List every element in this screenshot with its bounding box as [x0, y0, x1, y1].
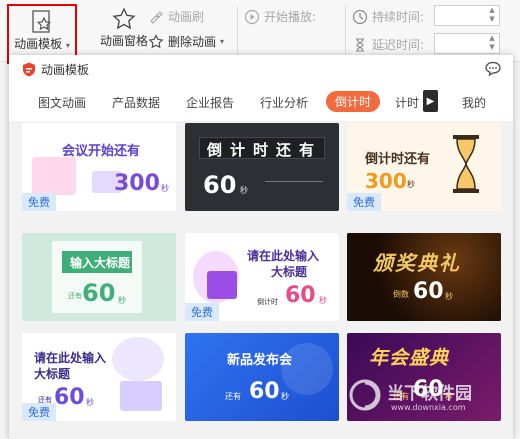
card-unit: 秒 — [445, 292, 453, 301]
card-number: 60 — [203, 171, 237, 199]
star-delete-icon — [148, 33, 164, 48]
card-title: 输入大标题 — [70, 256, 131, 270]
watermark: 当下软件园 www.downxia.com — [347, 377, 507, 421]
template-card[interactable]: 会议开始还有 300 秒 免费 — [22, 123, 176, 211]
spinner-arrows[interactable]: ▲ ▼ — [487, 6, 497, 25]
card-number: 60 — [54, 385, 85, 410]
chevron-down-icon: ▾ — [65, 41, 70, 50]
tab-product-data[interactable]: 产品数据 — [112, 94, 160, 111]
duration-input[interactable]: ▲ ▼ — [434, 5, 500, 26]
template-card[interactable]: 倒计时还有 60 秒 — [185, 123, 339, 211]
card-number: 60 — [285, 283, 316, 308]
card-title: 年会盛典 — [369, 347, 450, 369]
delay-input[interactable]: ▲ ▼ — [434, 33, 500, 54]
chevron-down-icon: ▾ — [220, 37, 225, 46]
card-unit: 秒 — [281, 392, 289, 401]
delay-label-group: 延迟时间: — [352, 36, 424, 53]
card-unit: 秒 — [161, 184, 169, 193]
template-card[interactable]: 请在此处输入 大标题 倒计时 60 秒 免费 — [185, 233, 339, 321]
hourglass-icon — [453, 135, 479, 193]
chevron-right-icon[interactable]: ▶ — [423, 90, 438, 112]
illustration — [112, 337, 164, 381]
tab-graphic-animation[interactable]: 图文动画 — [38, 94, 86, 111]
card-title-2: 大标题 — [271, 265, 308, 279]
card-small-text: 倒数 — [393, 290, 409, 299]
free-badge: 免费 — [347, 193, 381, 211]
card-title: 请在此处输入 — [247, 249, 320, 263]
card-title: 会议开始还有 — [62, 144, 141, 159]
start-play-select[interactable]: 开始播放: — [244, 8, 316, 25]
category-tabs: 图文动画 产品数据 企业报告 行业分析 倒计时 计时 ▶ 我的 — [9, 88, 513, 118]
star-outline-icon — [112, 7, 136, 30]
card-small-text: 倒计时 — [257, 298, 278, 306]
ribbon: 动画模板 ▾ 动画窗格 动画刷 删除动画 ▾ 开始播放: 持续时间: ▲ ▼ 延… — [0, 0, 520, 64]
tab-timing[interactable]: 计时 — [395, 94, 419, 111]
card-unit: 秒 — [240, 186, 248, 195]
free-badge: 免费 — [22, 193, 56, 211]
tab-mine[interactable]: 我的 — [462, 94, 486, 111]
animation-brush-button[interactable]: 动画刷 — [148, 8, 204, 25]
brush-icon — [150, 10, 163, 24]
watermark-text: 当下软件园 — [387, 384, 472, 404]
template-grid: 会议开始还有 300 秒 免费 倒计时还有 60 秒 倒计时还有 300 秒 免… — [9, 121, 513, 439]
template-card[interactable]: 颁奖典礼 倒数 60 秒 — [347, 233, 501, 321]
divider — [237, 6, 238, 54]
card-unit: 秒 — [86, 398, 94, 407]
card-title-2: 大标题 — [34, 367, 71, 381]
template-card[interactable]: 请在此处输入 大标题 还有 60 秒 免费 — [22, 333, 176, 421]
free-badge: 免费 — [185, 303, 219, 321]
card-number: 300 — [114, 171, 160, 196]
card-title: 倒计时还有 — [365, 152, 431, 167]
card-unit: 秒 — [407, 180, 415, 189]
shield-logo-icon — [23, 62, 35, 76]
watermark-logo-icon — [349, 379, 381, 411]
illustration — [120, 381, 162, 411]
card-number: 60 — [249, 379, 280, 404]
card-title: 倒计时还有 — [207, 141, 323, 159]
template-card[interactable]: 新品发布会 还有 60 秒 — [185, 333, 339, 421]
card-unit: 秒 — [319, 296, 327, 305]
duration-label-group: 持续时间: — [352, 8, 424, 25]
panel-header: 动画模板 — [9, 55, 513, 83]
card-unit: 秒 — [118, 296, 126, 305]
card-title: 请在此处输入 — [34, 351, 107, 365]
template-card[interactable]: 倒计时还有 300 秒 免费 — [347, 123, 501, 211]
tab-industry-analysis[interactable]: 行业分析 — [260, 94, 308, 111]
spinner-arrows[interactable]: ▲ ▼ — [487, 34, 497, 53]
duration-label: 持续时间: — [372, 10, 425, 24]
start-label: 开始播放: — [264, 10, 317, 24]
divider — [345, 6, 346, 54]
template-card[interactable]: 输入大标题 还有 60 秒 — [22, 233, 176, 321]
play-circle-icon — [244, 9, 260, 24]
hourglass-icon — [356, 37, 364, 52]
illustration — [32, 157, 76, 195]
free-badge: 免费 — [22, 403, 56, 421]
watermark-url: www.downxia.com — [391, 403, 466, 412]
tab-countdown[interactable]: 倒计时 — [326, 91, 381, 112]
card-title: 颁奖典礼 — [373, 251, 461, 275]
phone-illustration — [207, 271, 237, 299]
panel-title: 动画模板 — [41, 62, 90, 77]
delete-label: 删除动画 — [168, 35, 217, 49]
delete-animation-button[interactable]: 删除动画 ▾ — [148, 33, 224, 50]
animation-template-panel: 动画模板 图文动画 产品数据 企业报告 行业分析 倒计时 计时 ▶ 我的 会议开… — [9, 55, 513, 439]
chat-icon[interactable] — [485, 61, 501, 76]
card-number: 300 — [365, 169, 407, 193]
tab-company-report[interactable]: 企业报告 — [186, 94, 234, 111]
pane-label: 动画窗格 — [99, 34, 148, 48]
card-title: 新品发布会 — [227, 353, 293, 368]
template-star-icon — [32, 10, 52, 33]
card-small-text: 还有 — [225, 392, 241, 401]
clock-icon — [352, 9, 368, 24]
card-number: 60 — [413, 279, 444, 304]
brush-label: 动画刷 — [168, 10, 205, 24]
decor-line — [265, 181, 323, 182]
template-label: 动画模板 — [14, 37, 63, 51]
card-number: 60 — [82, 279, 116, 307]
card-small-text: 还有 — [68, 292, 82, 300]
delay-label: 延迟时间: — [372, 38, 425, 52]
